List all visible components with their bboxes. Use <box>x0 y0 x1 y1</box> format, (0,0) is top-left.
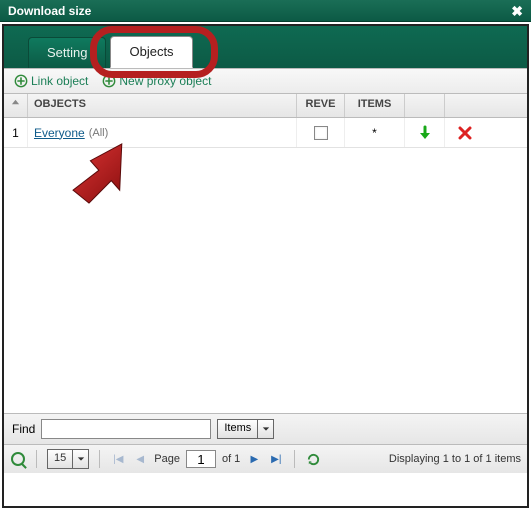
arrow-down-icon <box>417 125 433 141</box>
page-label-pre: Page <box>154 453 180 465</box>
new-proxy-label: New proxy object <box>119 74 211 88</box>
find-scope-select[interactable]: Items <box>217 419 274 439</box>
row-action-download[interactable] <box>405 118 445 147</box>
row-reve-cell <box>297 118 345 147</box>
row-index: 1 <box>4 118 28 147</box>
page-first-button[interactable]: |◀ <box>110 451 126 467</box>
page-size-value: 15 <box>48 450 72 468</box>
add-icon <box>14 74 28 88</box>
page-number-input[interactable] <box>186 450 216 468</box>
separator <box>294 450 295 468</box>
new-proxy-object-button[interactable]: New proxy object <box>102 74 211 88</box>
header-objects[interactable]: OBJECTS <box>28 94 297 117</box>
add-icon <box>102 74 116 88</box>
object-suffix: (All) <box>89 127 109 139</box>
tab-label: Objects <box>129 44 173 59</box>
close-icon[interactable]: ✖ <box>511 4 523 18</box>
annotation-arrow-icon <box>72 140 144 212</box>
page-first-icon: |◀ <box>113 454 123 465</box>
page-last-button[interactable]: ▶| <box>268 451 284 467</box>
page-label-post: of 1 <box>222 453 240 465</box>
page-next-button[interactable]: ▶ <box>246 451 262 467</box>
grid-header: OBJECTS REVE ITEMS <box>4 94 527 118</box>
row-object-cell: Everyone (All) <box>28 118 297 147</box>
link-object-button[interactable]: Link object <box>14 74 88 88</box>
tabs-bar: Setting Objects <box>4 26 527 68</box>
page-size-select[interactable]: 15 <box>47 449 89 469</box>
header-action-1 <box>405 94 445 117</box>
reve-checkbox[interactable] <box>314 126 328 140</box>
window-titlebar: Download size ✖ <box>0 0 531 22</box>
refresh-button[interactable] <box>305 451 321 467</box>
objects-toolbar: Link object New proxy object <box>4 68 527 94</box>
separator <box>99 450 100 468</box>
header-index[interactable] <box>4 94 28 117</box>
page-next-icon: ▶ <box>250 454 258 465</box>
delete-icon <box>458 126 472 140</box>
header-items[interactable]: ITEMS <box>345 94 405 117</box>
find-input[interactable] <box>41 419 211 439</box>
tab-objects[interactable]: Objects <box>110 36 192 68</box>
sort-icon <box>11 98 20 107</box>
tab-setting[interactable]: Setting <box>28 37 106 68</box>
grid-body: 1 Everyone (All) * <box>4 118 527 414</box>
page-last-icon: ▶| <box>271 454 281 465</box>
header-reve[interactable]: REVE <box>297 94 345 117</box>
find-scope-value: Items <box>218 420 257 438</box>
link-object-label: Link object <box>31 74 88 88</box>
table-row[interactable]: 1 Everyone (All) * <box>4 118 527 148</box>
row-items-cell: * <box>345 118 405 147</box>
chevron-down-icon <box>257 420 273 438</box>
separator <box>36 450 37 468</box>
refresh-icon <box>306 452 321 467</box>
page-prev-icon: ◀ <box>136 454 144 465</box>
page-prev-button[interactable]: ◀ <box>132 451 148 467</box>
row-action-delete[interactable] <box>445 118 485 147</box>
find-bar: Find Items <box>4 414 527 445</box>
find-label: Find <box>12 422 35 436</box>
header-action-2 <box>445 94 485 117</box>
dialog-frame: Setting Objects Link object New proxy ob… <box>2 24 529 508</box>
pager-bar: 15 |◀ ◀ Page of 1 ▶ ▶| Displaying <box>4 445 527 473</box>
chevron-down-icon <box>72 450 88 468</box>
tab-label: Setting <box>47 45 87 60</box>
object-link[interactable]: Everyone <box>34 126 85 140</box>
search-button[interactable] <box>10 451 26 467</box>
pager-status: Displaying 1 to 1 of 1 items <box>389 453 521 465</box>
search-icon <box>11 452 25 466</box>
window-title: Download size <box>8 0 91 22</box>
